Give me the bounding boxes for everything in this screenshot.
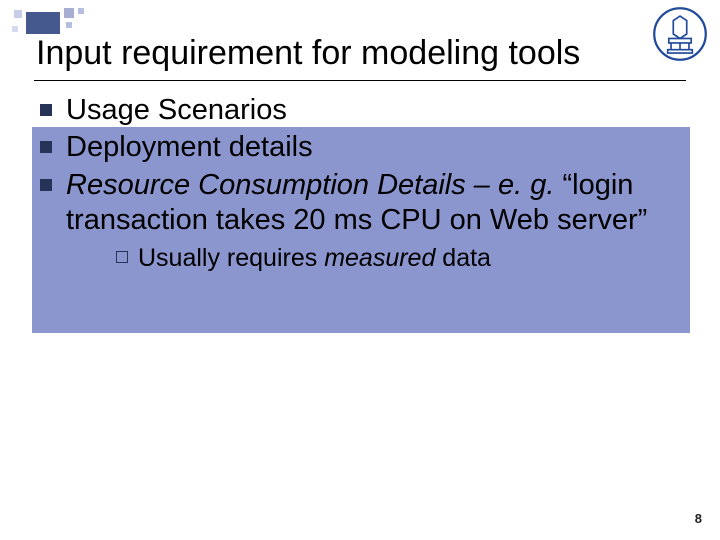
square-bullet-icon [40,179,52,191]
corner-motif [8,8,128,34]
list-item: Resource Consumption Details – e. g. “lo… [34,168,686,273]
bullet-prefix-italic: Resource Consumption Details – e. g. [66,169,554,201]
bullet-text: Resource Consumption Details – e. g. “lo… [66,168,686,273]
title-block: Input requirement for modeling tools [34,34,686,81]
bullet-list: Usage Scenarios Deployment details Resou… [34,93,686,273]
slide-title: Input requirement for modeling tools [34,34,686,78]
institution-crest-icon [652,6,708,62]
list-item: Usage Scenarios [34,93,686,128]
square-bullet-icon [40,104,52,116]
sub-em: measured [324,244,435,272]
title-rule [34,80,686,81]
sub-post: data [435,244,491,272]
open-square-bullet-icon [116,251,128,263]
body: Usage Scenarios Deployment details Resou… [34,93,686,273]
bullet-text: Usage Scenarios [66,93,686,128]
slide: Input requirement for modeling tools Usa… [0,0,720,540]
bullet-text: Deployment details [66,130,686,165]
sub-bullet-list: Usually requires measured data [66,243,686,274]
list-item: Deployment details [34,130,686,165]
sub-pre: Usually requires [138,244,324,272]
list-item: Usually requires measured data [116,243,686,274]
square-bullet-icon [40,141,52,153]
sub-bullet-text: Usually requires measured data [138,243,491,274]
page-number: 8 [695,511,702,526]
